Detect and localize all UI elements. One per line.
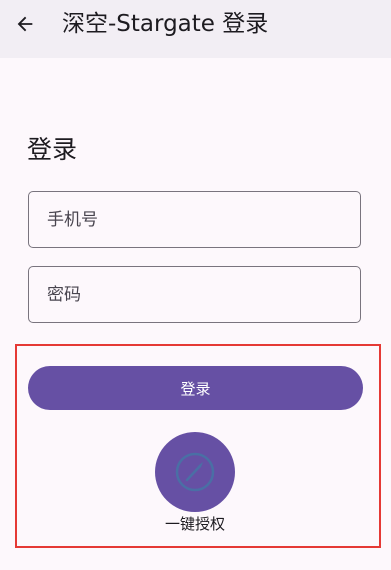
back-button[interactable] — [10, 9, 40, 39]
password-field[interactable]: 密码 — [28, 266, 361, 323]
page-heading: 登录 — [27, 135, 78, 164]
one-tap-auth-label: 一键授权 — [164, 515, 225, 533]
password-placeholder: 密码 — [47, 285, 81, 305]
one-tap-auth-button[interactable] — [155, 432, 235, 512]
arrow-back-icon — [17, 16, 33, 32]
phone-placeholder: 手机号 — [47, 210, 98, 230]
phone-field[interactable]: 手机号 — [28, 191, 361, 248]
compass-icon — [175, 452, 215, 492]
login-button[interactable]: 登录 — [28, 366, 363, 410]
app-title: 深空-Stargate 登录 — [62, 11, 269, 37]
login-button-label: 登录 — [180, 379, 211, 398]
app-bar: 深空-Stargate 登录 — [0, 0, 391, 58]
